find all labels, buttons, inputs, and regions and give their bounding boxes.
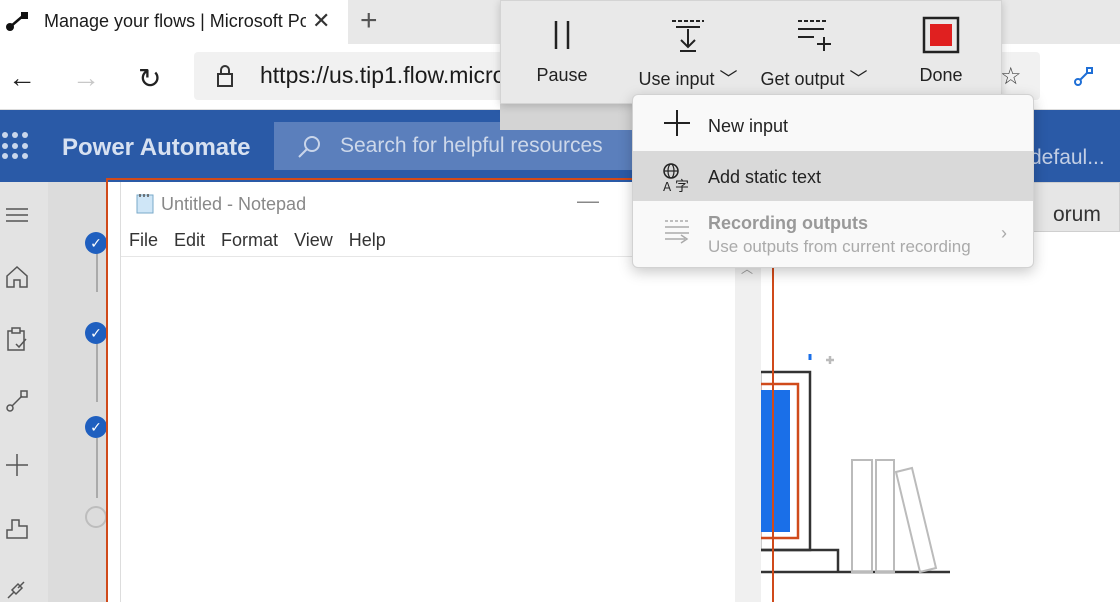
step-connector [96,252,98,292]
tab-label: orum [1053,203,1101,226]
menu-item-label: Recording outputs [708,213,868,233]
search-icon [298,136,320,158]
browser-tab[interactable]: Manage your flows | Microsoft Power Auto… [0,0,348,44]
use-input-label: Use input ﹀ [629,65,747,91]
use-input-button[interactable]: Use input ﹀ [629,1,747,105]
minimize-button[interactable]: — [577,188,599,214]
use-input-text: Use input [638,69,715,89]
menu-item-add-static-text[interactable]: A 字 Add static text [633,151,1033,201]
plus-icon [664,110,690,136]
menu-edit[interactable]: Edit [170,230,209,256]
environment-label[interactable]: defaul... [1030,146,1105,170]
left-nav-rail [0,182,48,602]
step-complete-check-icon: ✓ [85,416,107,438]
notepad-text-area[interactable] [121,256,761,602]
community-forum-tab[interactable]: orum [1030,182,1120,232]
flow-steps-column: ✓ ✓ ✓ [48,182,108,602]
power-automate-favicon-icon [6,12,28,31]
tab-title: Manage your flows | Microsoft Power Auto… [44,11,306,31]
pause-button[interactable]: Pause [501,1,623,105]
step-connector [96,342,98,402]
get-output-button[interactable]: Get output ﹀ [753,1,875,105]
done-label: Done [919,65,963,85]
notepad-scrollbar[interactable] [735,256,761,602]
menu-file[interactable]: File [125,230,162,256]
step-complete-check-icon: ✓ [85,232,107,254]
svg-text:A: A [663,180,672,193]
lock-icon [217,65,233,87]
close-tab-icon[interactable]: ✕ [312,8,330,34]
recording-outputs-icon [665,220,689,244]
menu-view[interactable]: View [290,230,337,256]
menu-item-recording-outputs[interactable]: Recording outputs Use outputs from curre… [633,201,1033,267]
use-input-icon [672,20,704,52]
get-output-icon [798,20,831,51]
menu-help[interactable]: Help [345,230,390,256]
chevron-down-icon: ﹀ [719,69,738,89]
get-output-label: Get output ﹀ [753,65,875,91]
chevron-down-icon: ﹀ [849,69,868,89]
step-complete-check-icon: ✓ [85,322,107,344]
step-pending-circle-icon [85,506,107,528]
hamburger-menu-icon[interactable] [4,202,30,228]
favorite-star-icon[interactable]: ☆ [1000,62,1022,91]
get-output-text: Get output [760,69,845,89]
use-input-dropdown-menu: New input A 字 Add static text Recording … [632,94,1034,268]
svg-text:字: 字 [675,179,689,193]
new-tab-button[interactable]: + [360,4,378,38]
menu-item-sublabel: Use outputs from current recording [708,237,971,256]
recorder-toolbar: Pause Use input ﹀ Get output ﹀ Done [500,0,1002,104]
forward-button[interactable]: → [72,62,100,94]
back-button[interactable]: ← [8,62,36,94]
search-placeholder: Search for helpful resources [340,134,603,157]
templates-icon[interactable] [4,516,30,542]
refresh-button[interactable]: ↻ [138,62,161,95]
notepad-app-icon [136,194,154,214]
pause-icon [554,21,570,49]
app-title[interactable]: Power Automate [62,134,250,162]
stop-icon [922,16,960,54]
my-flows-icon[interactable] [4,388,30,414]
extension-icon[interactable] [1072,64,1096,88]
menu-item-new-input[interactable]: New input [633,95,1033,149]
home-icon[interactable] [4,264,30,290]
recorder-toolbar-shadow [500,104,632,130]
chevron-right-icon: › [1001,223,1007,243]
menu-item-label: New input [708,116,789,136]
done-button[interactable]: Done [881,1,1001,105]
step-connector [96,438,98,498]
app-launcher-icon[interactable] [0,132,28,160]
create-icon[interactable] [4,452,30,478]
action-items-icon[interactable] [4,326,30,352]
notepad-title: Untitled - Notepad [161,194,307,214]
menu-format[interactable]: Format [217,230,282,256]
menu-item-label: Add static text [708,167,822,187]
translate-text-icon: A 字 [663,163,689,193]
notepad-menubar: File Edit Format View Help [121,230,390,256]
connectors-icon[interactable] [4,576,30,602]
pause-label: Pause [536,65,588,85]
laptop-books-illustration [760,354,950,574]
